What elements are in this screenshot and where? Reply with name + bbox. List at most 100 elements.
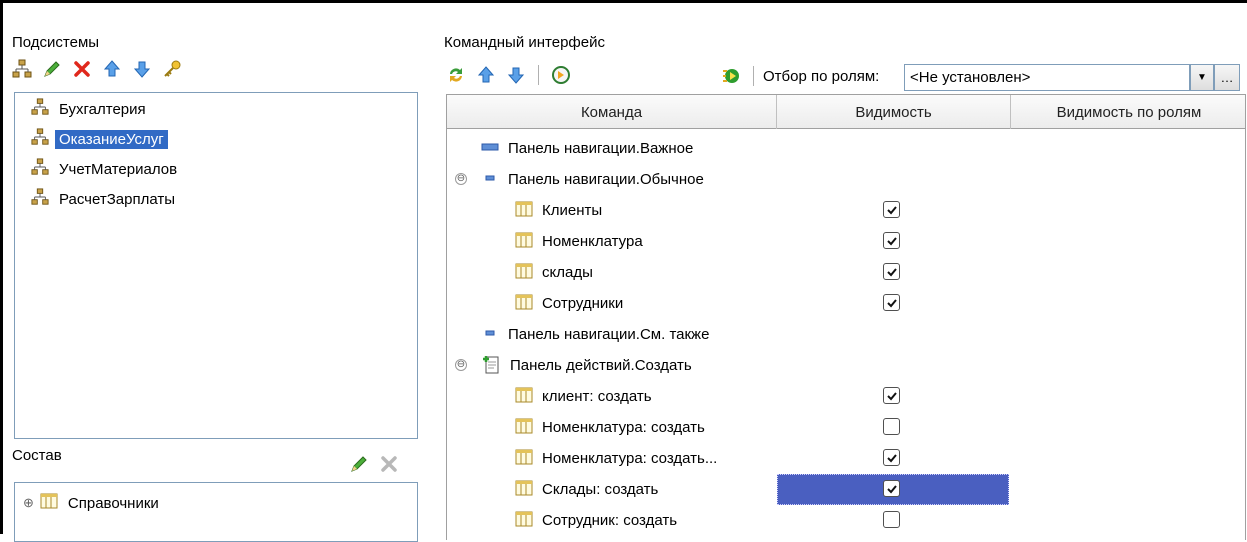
command-label: Сотрудники — [542, 295, 624, 312]
command-row[interactable]: Номенклатура: создать — [447, 412, 1245, 443]
catalog-icon — [515, 479, 533, 501]
subsystem-item-label: УчетМатериалов — [59, 160, 178, 178]
toolbar-separator — [753, 66, 754, 86]
ellipsis-button[interactable]: … — [1214, 64, 1240, 91]
configurator-window: Подсистемы Бухгалтерия ОказаниеУслуг Учет — [0, 0, 1247, 542]
expand-icon[interactable]: ⊕ — [23, 495, 34, 511]
visibility-checkbox[interactable] — [883, 201, 900, 218]
visibility-checkbox[interactable] — [883, 418, 900, 435]
subsystem-item[interactable]: ОказаниеУслуг — [31, 127, 168, 151]
command-label: клиент: создать — [542, 388, 652, 405]
role-filter-select[interactable]: <Не установлен> — [904, 64, 1190, 91]
visibility-checkbox[interactable] — [883, 480, 900, 497]
dropdown-arrow-icon[interactable]: ▼ — [1190, 64, 1214, 91]
visibility-checkbox[interactable] — [883, 232, 900, 249]
command-row[interactable]: ⊖ Панель действий.Создать — [447, 350, 1245, 381]
commands-grid[interactable]: Команда Видимость Видимость по ролям Пан… — [446, 94, 1246, 540]
composition-item[interactable]: ⊕ Справочники — [23, 491, 163, 515]
command-row[interactable]: Панель навигации.Важное — [447, 133, 1245, 164]
collapse-icon[interactable]: ⊖ — [455, 173, 467, 185]
command-label: Панель навигации.Обычное — [508, 171, 704, 188]
catalog-icon — [515, 417, 533, 439]
role-filter-label: Отбор по ролям: — [763, 68, 880, 85]
command-row[interactable]: клиент: создать — [447, 381, 1245, 412]
run-play-icon[interactable] — [721, 66, 741, 86]
toolbar-separator — [538, 65, 539, 85]
catalog-icon — [515, 386, 533, 408]
panel-icon — [481, 138, 499, 160]
visibility-checkbox[interactable] — [883, 294, 900, 311]
create-document-icon — [481, 354, 501, 378]
catalog-icon — [515, 448, 533, 470]
key-icon[interactable] — [162, 59, 182, 79]
command-interface-title: Командный интерфейс — [444, 34, 605, 51]
subsystem-item[interactable]: Бухгалтерия — [31, 97, 150, 121]
visibility-checkbox[interactable] — [883, 449, 900, 466]
column-header-command[interactable]: Команда — [447, 95, 777, 129]
catalog-icon — [40, 492, 58, 514]
command-interface-panel: Командный интерфейс Отбор по ролям: <Не … — [438, 6, 1247, 540]
refresh-arrows-icon[interactable] — [446, 65, 466, 85]
command-row[interactable]: ⊖ Панель навигации.Обычное — [447, 164, 1245, 195]
arrow-down-icon[interactable] — [132, 59, 152, 79]
goto-circle-icon[interactable] — [551, 65, 571, 85]
command-label: склады — [542, 264, 593, 281]
pencil-icon[interactable] — [349, 454, 369, 474]
subsystem-tree-icon[interactable] — [12, 59, 32, 79]
subsystems-panel: Подсистемы Бухгалтерия ОказаниеУслуг Учет — [6, 6, 426, 542]
column-header-visibility[interactable]: Видимость — [777, 95, 1011, 129]
subsystem-item-label: Бухгалтерия — [59, 100, 146, 118]
catalog-icon — [515, 231, 533, 253]
command-row[interactable]: Клиенты — [447, 195, 1245, 226]
command-row[interactable]: Панель навигации.См. также — [447, 319, 1245, 350]
command-row[interactable]: Сотрудники — [447, 288, 1245, 319]
command-label: Номенклатура — [542, 233, 643, 250]
composition-title: Состав — [12, 447, 62, 464]
subsystem-item-label: ОказаниеУслуг — [55, 129, 168, 149]
panel-icon — [481, 324, 499, 346]
column-header-visibility-by-roles[interactable]: Видимость по ролям — [1011, 95, 1245, 129]
command-label: Панель навигации.См. также — [508, 326, 710, 343]
role-filter-value: <Не установлен> — [910, 69, 1031, 86]
panel-icon — [481, 169, 499, 191]
composition-toolbar — [349, 454, 399, 474]
command-interface-toolbar — [446, 65, 571, 85]
subsystems-list[interactable]: Бухгалтерия ОказаниеУслуг УчетМатериалов Ра… — [14, 92, 418, 439]
composition-item-label: Справочники — [67, 494, 159, 512]
command-label: Номенклатура: создать... — [542, 450, 718, 467]
catalog-icon — [515, 293, 533, 315]
delete-x-icon[interactable] — [72, 59, 92, 79]
command-label: Панель действий.Создать — [510, 357, 692, 374]
command-row[interactable]: Номенклатура — [447, 226, 1245, 257]
catalog-icon — [515, 262, 533, 284]
composition-list[interactable]: ⊕ Справочники — [14, 482, 418, 542]
subsystem-item-label: РасчетЗарплаты — [59, 190, 175, 208]
subsystem-item[interactable]: УчетМатериалов — [31, 157, 181, 181]
arrow-down-icon[interactable] — [506, 65, 526, 85]
command-label: Сотрудник: создать — [542, 512, 678, 529]
subsystems-title: Подсистемы — [12, 34, 100, 51]
collapse-icon[interactable]: ⊖ — [455, 359, 467, 371]
subsystem-icon — [31, 188, 49, 210]
arrow-up-icon[interactable] — [476, 65, 496, 85]
subsystems-toolbar — [12, 59, 182, 79]
subsystem-icon — [31, 158, 49, 180]
catalog-icon — [515, 510, 533, 532]
arrow-up-icon[interactable] — [102, 59, 122, 79]
delete-x-icon[interactable] — [379, 454, 399, 474]
command-row[interactable]: Сотрудник: создать — [447, 505, 1245, 536]
subsystem-icon — [31, 98, 49, 120]
command-row[interactable]: Склады: создать — [447, 474, 1245, 505]
command-label: Склады: создать — [542, 481, 659, 498]
command-row[interactable]: склады — [447, 257, 1245, 288]
command-row[interactable]: Номенклатура: создать... — [447, 443, 1245, 474]
command-label: Номенклатура: создать — [542, 419, 705, 436]
visibility-checkbox[interactable] — [883, 387, 900, 404]
subsystem-icon — [31, 128, 49, 150]
visibility-checkbox[interactable] — [883, 511, 900, 528]
pencil-icon[interactable] — [42, 59, 62, 79]
grid-header: Команда Видимость Видимость по ролям — [447, 95, 1245, 129]
subsystem-item[interactable]: РасчетЗарплаты — [31, 187, 179, 211]
command-label: Клиенты — [542, 202, 603, 219]
visibility-checkbox[interactable] — [883, 263, 900, 280]
